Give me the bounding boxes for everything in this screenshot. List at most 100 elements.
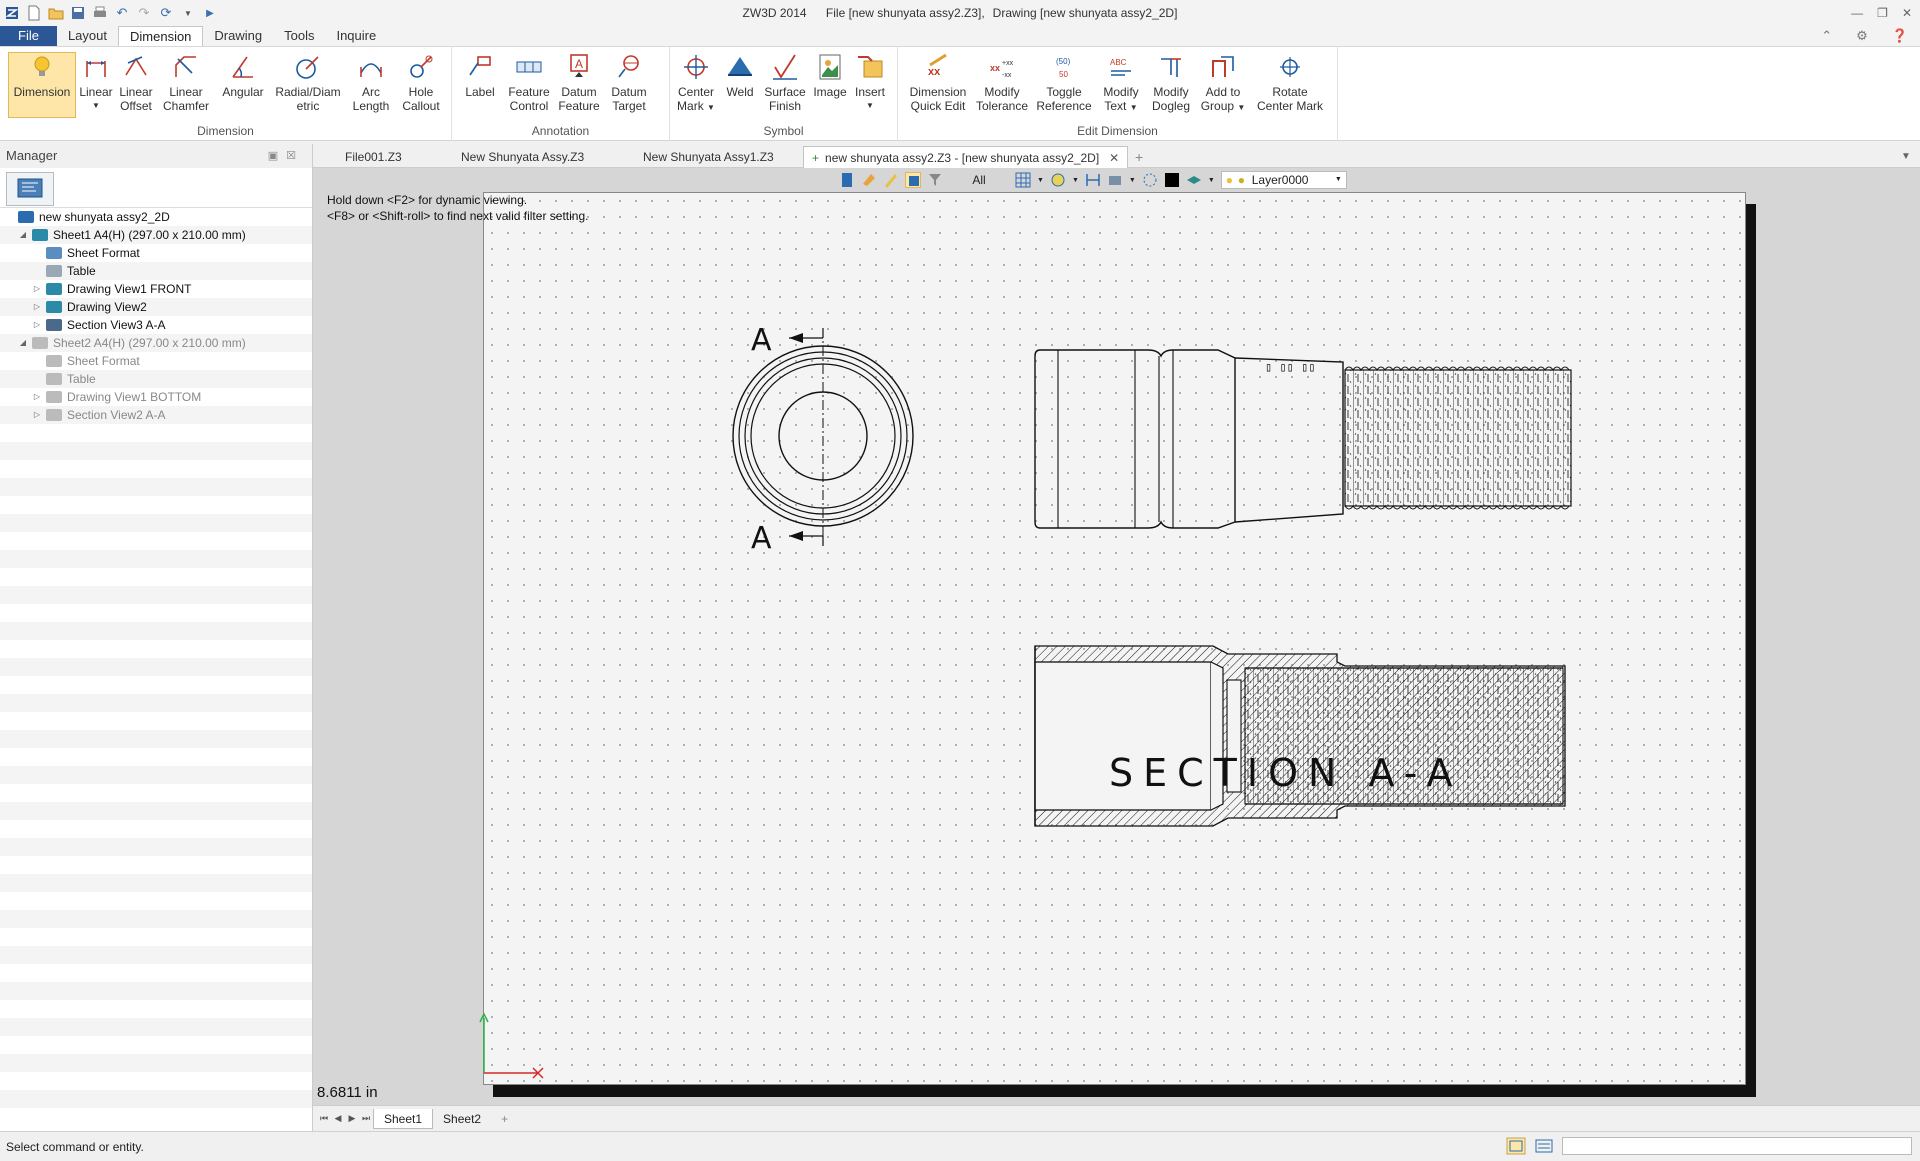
doc-tab-file001[interactable]: File001.Z3 xyxy=(337,146,410,168)
modify-text-label-1: Modify xyxy=(1103,85,1139,99)
layout-view-icon[interactable] xyxy=(1506,1137,1526,1155)
next-sheet-icon[interactable]: ▶ xyxy=(345,1113,359,1124)
expand-arrow-icon[interactable]: ▷ xyxy=(32,406,42,424)
tree-item[interactable]: ▷ Section View2 A-A xyxy=(0,406,312,424)
modify-text-button[interactable]: ABC Modify Text ▼ xyxy=(1098,53,1144,115)
collapse-ribbon-icon[interactable]: ⌃ xyxy=(1821,28,1832,44)
add-to-group-button[interactable]: Add to Group ▼ xyxy=(1198,53,1248,115)
restore-icon[interactable]: ❐ xyxy=(1877,6,1888,20)
doc-tab-new-shunyata-assy2[interactable]: + new shunyata assy2.Z3 - [new shunyata a… xyxy=(803,146,1129,168)
menu-tab-file[interactable]: File xyxy=(0,26,57,46)
front-view[interactable]: ▯ ▯▯ ▯▯ xyxy=(1034,349,1572,529)
section-view-label[interactable]: SECTION A-A xyxy=(1109,751,1463,795)
tree-item[interactable]: ▷ Section View3 A-A xyxy=(0,316,312,334)
toggle-reference-button[interactable]: (50) 50 Toggle Reference xyxy=(1034,53,1094,113)
tree-item[interactable]: Sheet Format xyxy=(0,352,312,370)
new-file-icon[interactable] xyxy=(26,5,42,21)
datum-feature-label-1: Datum xyxy=(561,85,597,99)
section-mark-bottom[interactable]: A xyxy=(751,521,772,556)
print-icon[interactable] xyxy=(92,5,108,21)
status-right xyxy=(1506,1137,1912,1155)
command-input[interactable] xyxy=(1562,1137,1912,1155)
save-icon[interactable] xyxy=(70,5,86,21)
modify-tolerance-button[interactable]: xx +xx -xx Modify Tolerance xyxy=(974,53,1030,113)
dimension-quick-edit-button[interactable]: xx Dimension Quick Edit xyxy=(906,53,970,113)
label-button[interactable]: Label xyxy=(462,53,498,99)
table-icon xyxy=(46,373,62,385)
tree-item[interactable]: ▷ Drawing View2 xyxy=(0,298,312,316)
menu-tab-tools[interactable]: Tools xyxy=(273,26,325,46)
section-view[interactable] xyxy=(1034,645,1566,827)
app-logo-icon[interactable] xyxy=(4,5,20,21)
menu-tab-layout[interactable]: Layout xyxy=(57,26,118,46)
expand-arrow-icon[interactable]: ▷ xyxy=(32,298,42,316)
datum-feature-button[interactable]: A Datum Feature xyxy=(556,53,602,113)
menu-tab-dimension[interactable]: Dimension xyxy=(118,26,204,46)
tree-item[interactable]: Sheet Format xyxy=(0,244,312,262)
pin-icon[interactable]: ▣ xyxy=(268,150,286,162)
tree-item[interactable]: ▷ Drawing View1 BOTTOM xyxy=(0,388,312,406)
center-mark-button[interactable]: Center Mark ▼ xyxy=(674,53,718,115)
tab-list-icon[interactable]: ▼ xyxy=(1893,146,1919,168)
run-icon[interactable]: ▶ xyxy=(202,5,218,21)
section-mark-top[interactable]: A xyxy=(751,323,772,358)
history-manager-icon[interactable] xyxy=(6,172,54,206)
insert-button[interactable]: Insert ▼ xyxy=(850,53,890,113)
drawing-canvas[interactable]: All ▼ ▼ ▼ ▼ ● ● Layer0000 ▼ Hold down <F… xyxy=(313,168,1920,1105)
image-button[interactable]: Image xyxy=(812,53,848,99)
new-tab-icon[interactable]: + xyxy=(1127,146,1151,168)
tree-item[interactable]: ◢ Sheet2 A4(H) (297.00 x 210.00 mm) xyxy=(0,334,312,352)
expand-arrow-icon[interactable]: ▷ xyxy=(32,280,42,298)
weld-button[interactable]: Weld xyxy=(722,53,758,99)
minimize-icon[interactable]: — xyxy=(1851,6,1863,20)
collapse-arrow-icon[interactable]: ◢ xyxy=(18,226,28,244)
tree-item[interactable]: ◢ Sheet1 A4(H) (297.00 x 210.00 mm) xyxy=(0,226,312,244)
linear-button[interactable]: Linear ▼ xyxy=(78,53,114,113)
open-folder-icon[interactable] xyxy=(48,5,64,21)
list-view-icon[interactable] xyxy=(1534,1137,1554,1155)
redo-icon[interactable]: ↷ xyxy=(136,5,152,21)
sheet-tab-1[interactable]: Sheet1 xyxy=(373,1108,434,1129)
last-sheet-icon[interactable]: ⏭ xyxy=(359,1113,373,1124)
prev-sheet-icon[interactable]: ◀ xyxy=(331,1113,345,1124)
tree-item[interactable]: Table xyxy=(0,370,312,388)
angular-button[interactable]: Angular xyxy=(218,53,268,99)
close-icon[interactable]: ✕ xyxy=(1902,6,1912,20)
settings-gear-icon[interactable]: ⚙ xyxy=(1856,28,1868,44)
datum-target-button[interactable]: Datum Target xyxy=(606,53,652,113)
arc-length-button[interactable]: Arc Length xyxy=(348,53,394,113)
arc-length-label-1: Arc xyxy=(362,85,380,99)
doc-tab-new-shunyata-assy1[interactable]: New Shunyata Assy1.Z3 xyxy=(635,146,782,168)
toggle-reference-label-1: Toggle xyxy=(1046,85,1082,99)
dropdown-arrow-icon[interactable]: ▼ xyxy=(180,5,196,21)
hole-callout-button[interactable]: Hole Callout xyxy=(398,53,444,113)
linear-offset-button[interactable]: Linear Offset xyxy=(116,53,156,113)
radial-diametric-button[interactable]: Radial/Diam etric xyxy=(272,53,344,113)
modify-dogleg-button[interactable]: Modify Dogleg xyxy=(1148,53,1194,113)
regen-icon[interactable]: ⟳ xyxy=(158,5,174,21)
help-icon[interactable]: ❓ xyxy=(1892,28,1908,44)
expand-arrow-icon[interactable]: ▷ xyxy=(32,388,42,406)
collapse-arrow-icon[interactable]: ◢ xyxy=(18,334,28,352)
feature-control-button[interactable]: Feature Control xyxy=(504,53,554,113)
manager-panel: Manager ▣☒ new shunyata assy2_2D ◢ Sheet1 … xyxy=(0,144,313,1131)
ribbon-group-edit-dimension: xx Dimension Quick Edit xx +xx -xx Modify … xyxy=(898,47,1338,141)
doc-tab-new-shunyata-assy[interactable]: New Shunyata Assy.Z3 xyxy=(453,146,592,168)
end-view[interactable] xyxy=(732,328,914,546)
menu-tab-drawing[interactable]: Drawing xyxy=(203,26,273,46)
expand-arrow-icon[interactable]: ▷ xyxy=(32,316,42,334)
dimension-button[interactable]: Dimension xyxy=(8,52,76,118)
tree-item[interactable]: new shunyata assy2_2D xyxy=(0,208,312,226)
undo-icon[interactable]: ↶ xyxy=(114,5,130,21)
menu-tab-inquire[interactable]: Inquire xyxy=(325,26,387,46)
tree-item[interactable]: ▷ Drawing View1 FRONT xyxy=(0,280,312,298)
first-sheet-icon[interactable]: ⏮ xyxy=(317,1113,331,1124)
manager-close-icon[interactable]: ☒ xyxy=(286,150,304,162)
doc-tab-close-icon[interactable]: ✕ xyxy=(1109,151,1119,165)
tree-item[interactable]: Table xyxy=(0,262,312,280)
add-sheet-icon[interactable]: + xyxy=(491,1109,518,1129)
sheet-tab-2[interactable]: Sheet2 xyxy=(433,1109,491,1129)
linear-chamfer-button[interactable]: Linear Chamfer xyxy=(160,53,212,113)
rotate-center-mark-button[interactable]: Rotate Center Mark xyxy=(1254,53,1326,113)
surface-finish-button[interactable]: Surface Finish xyxy=(762,53,808,113)
